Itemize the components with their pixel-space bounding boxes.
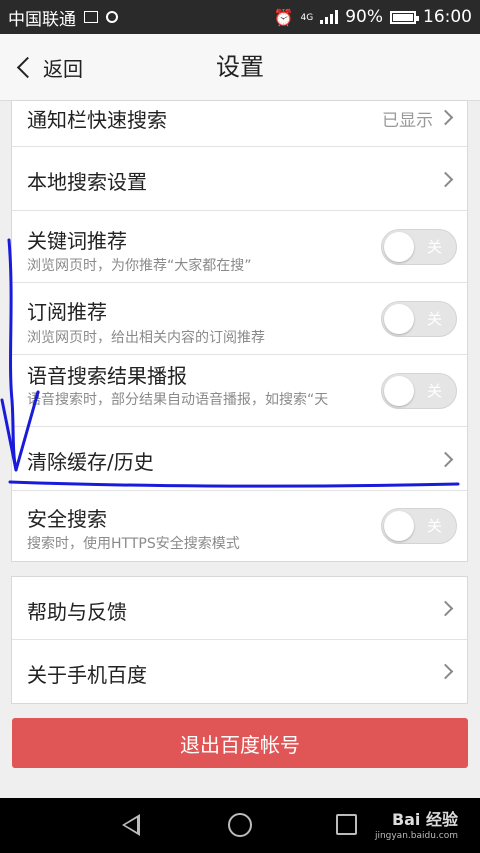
setting-description: 浏览网页时，为你推荐“大家都在搜” xyxy=(27,258,252,274)
setting-notification-search[interactable]: 通知栏快速搜索 已显示 xyxy=(12,101,467,147)
chevron-right-icon xyxy=(437,600,454,617)
setting-label: 帮助与反馈 xyxy=(27,600,127,624)
chevron-right-icon xyxy=(437,451,454,468)
setting-label: 通知栏快速搜索 xyxy=(27,108,167,132)
toggle-switch[interactable]: 关 xyxy=(381,508,457,544)
chevron-right-icon xyxy=(437,663,454,680)
nav-home-icon[interactable] xyxy=(228,813,252,837)
setting-help-feedback[interactable]: 帮助与反馈 xyxy=(12,577,467,640)
setting-description: 语音搜索时，部分结果自动语音播报，如搜索“天 xyxy=(27,392,329,408)
alarm-icon: ⏰ xyxy=(273,7,294,27)
toggle-label: 关 xyxy=(426,238,442,256)
toggle-label: 关 xyxy=(426,517,442,535)
toggle-label: 关 xyxy=(426,382,442,400)
setting-label: 关键词推荐 xyxy=(27,229,127,253)
chevron-right-icon xyxy=(437,171,454,188)
toggle-switch[interactable]: 关 xyxy=(381,373,457,409)
logout-button[interactable]: 退出百度帐号 xyxy=(12,718,468,768)
system-nav-bar: Bai 经验 jingyan.baidu.com xyxy=(0,798,480,853)
network-type: 4G xyxy=(300,13,314,23)
setting-label: 清除缓存/历史 xyxy=(27,450,154,474)
setting-clear-cache[interactable]: 清除缓存/历史 xyxy=(12,427,467,491)
battery-icon xyxy=(390,10,419,24)
nav-recents-icon[interactable] xyxy=(336,814,357,835)
setting-keyword-recommend: 关键词推荐 浏览网页时，为你推荐“大家都在搜” 关 xyxy=(12,211,467,283)
carrier-name: 中国联通 xyxy=(8,9,76,30)
setting-safe-search: 安全搜索 搜索时，使用HTTPS安全搜索模式 关 xyxy=(12,491,467,561)
setting-about-app[interactable]: 关于手机百度 xyxy=(12,640,467,703)
setting-value: 已显示 xyxy=(382,111,433,131)
setting-label: 关于手机百度 xyxy=(27,663,147,687)
watermark-url: jingyan.baidu.com xyxy=(374,831,458,841)
back-label: 返回 xyxy=(43,56,83,81)
setting-description: 搜索时，使用HTTPS安全搜索模式 xyxy=(27,536,240,552)
setting-label: 安全搜索 xyxy=(27,507,107,531)
toggle-switch[interactable]: 关 xyxy=(381,229,457,265)
chevron-left-icon xyxy=(16,56,39,78)
setting-subscribe-recommend: 订阅推荐 浏览网页时，给出相关内容的订阅推荐 关 xyxy=(12,283,467,355)
toggle-knob xyxy=(384,511,414,541)
chevron-right-icon xyxy=(437,109,454,126)
signal-icon xyxy=(320,10,339,24)
setting-label: 订阅推荐 xyxy=(27,300,107,324)
setting-voice-broadcast: 语音搜索结果播报 语音搜索时，部分结果自动语音播报，如搜索“天 关 xyxy=(12,355,467,427)
nav-back-icon[interactable] xyxy=(122,814,140,836)
setting-description: 浏览网页时，给出相关内容的订阅推荐 xyxy=(27,330,265,346)
toggle-knob xyxy=(384,304,414,334)
toggle-switch[interactable]: 关 xyxy=(381,301,457,337)
toggle-label: 关 xyxy=(426,310,442,328)
toggle-knob xyxy=(384,376,414,406)
clock: 16:00 xyxy=(423,7,472,27)
more-list: 帮助与反馈 关于手机百度 xyxy=(11,576,468,704)
settings-list: 通知栏快速搜索 已显示 本地搜索设置 关键词推荐 浏览网页时，为你推荐“大家都在… xyxy=(11,100,468,562)
setting-label: 本地搜索设置 xyxy=(27,170,147,194)
back-button[interactable]: 返回 xyxy=(14,34,83,100)
image-notification-icon xyxy=(84,11,98,23)
setting-label: 语音搜索结果播报 xyxy=(27,364,187,388)
toggle-knob xyxy=(384,232,414,262)
status-bar: 中国联通 ⏰ 4G 90% 16:00 xyxy=(0,0,480,34)
setting-local-search[interactable]: 本地搜索设置 xyxy=(12,147,467,211)
app-notification-icon xyxy=(106,11,118,23)
app-header: 返回 设置 xyxy=(0,34,480,101)
battery-percent: 90% xyxy=(345,7,383,27)
watermark-logo: Bai 经验 xyxy=(391,810,458,829)
